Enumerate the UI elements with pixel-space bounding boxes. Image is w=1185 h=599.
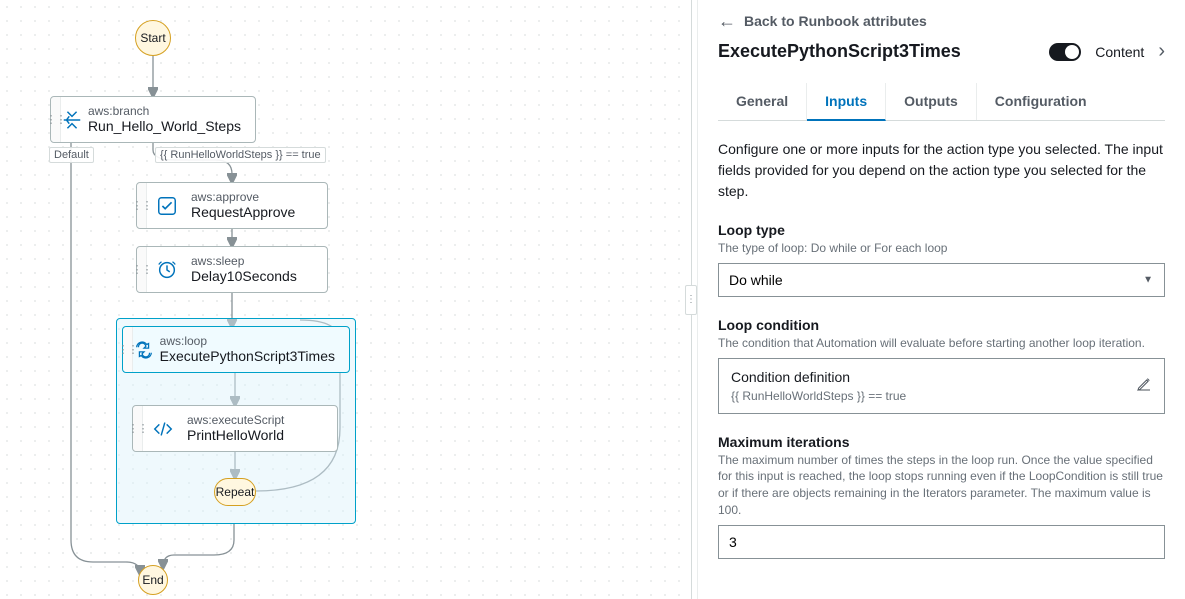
loop-condition-label: Loop condition: [718, 317, 1165, 333]
node-name-label: Delay10Seconds: [191, 268, 297, 285]
content-toggle-label: Content: [1095, 44, 1144, 60]
drag-handle-icon: ⋮⋮: [51, 97, 61, 142]
node-type-label: aws:sleep: [191, 254, 297, 268]
arrow-left-icon: ←: [718, 12, 736, 30]
node-type-label: aws:loop: [160, 334, 335, 348]
chevron-right-icon[interactable]: ›: [1158, 40, 1165, 63]
drag-handle-icon: ⋮⋮: [137, 247, 147, 292]
intro-text: Configure one or more inputs for the act…: [718, 139, 1165, 202]
loop-type-label: Loop type: [718, 222, 1165, 238]
back-link[interactable]: ← Back to Runbook attributes: [718, 8, 1165, 40]
loop-icon: [133, 327, 156, 372]
details-panel: ← Back to Runbook attributes ExecutePyth…: [697, 0, 1185, 599]
branch-node[interactable]: ⋮⋮ aws:branch Run_Hello_World_Steps: [50, 96, 256, 143]
node-name-label: Run_Hello_World_Steps: [88, 118, 241, 135]
condition-edge-label: {{ RunHelloWorldSteps }} == true: [155, 147, 326, 163]
grip-icon: ⋮: [685, 285, 697, 315]
tabs: General Inputs Outputs Configuration: [718, 83, 1165, 121]
back-link-label: Back to Runbook attributes: [744, 13, 927, 29]
start-node[interactable]: Start: [135, 20, 171, 56]
loop-type-hint: The type of loop: Do while or For each l…: [718, 240, 1165, 257]
branch-icon: [61, 97, 84, 142]
content-toggle[interactable]: [1049, 43, 1081, 61]
drag-handle-icon: ⋮⋮: [137, 183, 147, 228]
approve-node[interactable]: ⋮⋮ aws:approve RequestApprove: [136, 182, 328, 229]
node-type-label: aws:branch: [88, 104, 241, 118]
drag-handle-icon: ⋮⋮: [133, 406, 143, 451]
end-node[interactable]: End: [138, 565, 168, 595]
end-label: End: [142, 573, 163, 587]
default-edge-label: Default: [49, 147, 94, 163]
repeat-node[interactable]: Repeat: [214, 478, 256, 506]
tab-outputs[interactable]: Outputs: [886, 83, 977, 120]
drag-handle-icon: ⋮⋮: [123, 327, 133, 372]
script-node[interactable]: ⋮⋮ aws:executeScript PrintHelloWorld: [132, 405, 338, 452]
node-name-label: RequestApprove: [191, 204, 295, 221]
start-label: Start: [140, 31, 165, 45]
page-title: ExecutePythonScript3Times: [718, 41, 961, 62]
loop-condition-hint: The condition that Automation will evalu…: [718, 335, 1165, 352]
node-type-label: aws:approve: [191, 190, 295, 204]
sleep-node[interactable]: ⋮⋮ aws:sleep Delay10Seconds: [136, 246, 328, 293]
condition-box[interactable]: Condition definition {{ RunHelloWorldSte…: [718, 358, 1165, 414]
sleep-icon: [147, 247, 187, 292]
tab-inputs[interactable]: Inputs: [807, 83, 886, 121]
max-iter-hint: The maximum number of times the steps in…: [718, 452, 1165, 519]
condition-title: Condition definition: [731, 369, 906, 385]
loop-type-select[interactable]: Do while: [718, 263, 1165, 297]
loop-node[interactable]: ⋮⋮ aws:loop ExecutePythonScript3Times: [122, 326, 350, 373]
tab-general[interactable]: General: [718, 83, 807, 120]
tab-configuration[interactable]: Configuration: [977, 83, 1105, 120]
repeat-label: Repeat: [216, 485, 255, 499]
split-handle[interactable]: ⋮: [685, 0, 697, 599]
max-iter-input[interactable]: [718, 525, 1165, 559]
code-icon: [143, 406, 183, 451]
edit-icon[interactable]: [1136, 376, 1152, 395]
node-name-label: ExecutePythonScript3Times: [160, 348, 335, 365]
node-type-label: aws:executeScript: [187, 413, 284, 427]
max-iter-label: Maximum iterations: [718, 434, 1165, 450]
condition-expression: {{ RunHelloWorldSteps }} == true: [731, 389, 906, 403]
node-name-label: PrintHelloWorld: [187, 427, 284, 444]
check-icon: [147, 183, 187, 228]
workflow-canvas[interactable]: Start ⋮⋮ aws:branch Run_Hello_World_Step…: [0, 0, 685, 599]
